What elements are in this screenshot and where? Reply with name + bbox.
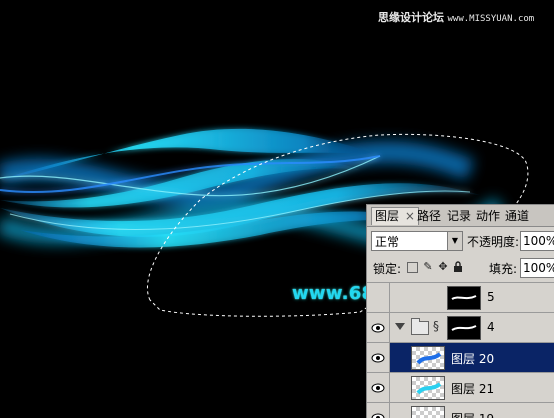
layer-thumbnail — [411, 406, 445, 418]
eye-icon — [371, 413, 385, 418]
opacity-input[interactable]: 100% — [520, 231, 554, 251]
visibility-toggle[interactable] — [367, 283, 390, 313]
folder-icon — [411, 318, 429, 335]
layer-name: 4 — [487, 320, 495, 334]
lock-row: 锁定: ✎ ✥ 填充: 100% — [367, 257, 554, 279]
watermark-en: www.MISSYUAN.com — [447, 14, 535, 24]
blend-mode-value: 正常 — [375, 235, 400, 249]
tab-history[interactable]: 记录 — [447, 208, 471, 225]
panel-tabs: 图层 × 路径 记录 动作 通道 — [367, 205, 554, 227]
lock-label: 锁定: — [373, 262, 402, 276]
layer-thumbnail — [411, 376, 445, 400]
layer-name: 图层 20 — [451, 352, 495, 366]
layer-thumbnail — [447, 316, 481, 340]
tab-actions[interactable]: 动作 — [476, 208, 500, 225]
eye-icon — [371, 353, 385, 363]
brush-icon[interactable]: ✎ — [422, 261, 434, 273]
close-icon[interactable]: × — [405, 209, 415, 223]
layer-row-19[interactable]: 图层 19 — [367, 402, 554, 418]
tab-channels[interactable]: 通道 — [505, 208, 529, 225]
lock-transparency-icon[interactable] — [407, 262, 418, 273]
layer-thumbnail — [447, 286, 481, 310]
lock-icon[interactable] — [452, 261, 464, 273]
visibility-toggle[interactable] — [367, 313, 390, 343]
expand-triangle-icon[interactable] — [395, 323, 405, 330]
link-icon: § — [433, 319, 439, 333]
chevron-down-icon[interactable]: ▼ — [447, 232, 462, 250]
blend-mode-select[interactable]: 正常 ▼ — [371, 231, 463, 251]
visibility-toggle[interactable] — [367, 373, 390, 403]
opacity-label: 不透明度: — [467, 235, 520, 249]
layer-group-4[interactable]: § 4 — [367, 312, 554, 343]
eye-icon — [371, 323, 385, 333]
eye-icon — [371, 383, 385, 393]
layer-name: 图层 21 — [451, 382, 495, 396]
visibility-toggle[interactable] — [367, 343, 390, 373]
fill-label: 填充: — [489, 262, 518, 276]
fill-input[interactable]: 100% — [520, 258, 554, 278]
watermark-site-top: 思缘设计论坛 www.MISSYUAN.com — [378, 9, 534, 25]
watermark-cn: 思缘设计论坛 — [378, 11, 444, 24]
move-icon[interactable]: ✥ — [437, 261, 449, 273]
layers-panel: 图层 × 路径 记录 动作 通道 正常 ▼ 不透明度: 100% 锁定: ✎ ✥… — [366, 204, 554, 418]
layer-thumbnail — [411, 346, 445, 370]
tab-layers[interactable]: 图层 × — [371, 207, 419, 225]
blend-row: 正常 ▼ 不透明度: 100% — [367, 231, 554, 253]
visibility-toggle[interactable] — [367, 403, 390, 418]
tab-paths[interactable]: 路径 — [417, 208, 441, 225]
tab-layers-label: 图层 — [375, 209, 400, 223]
layer-row-5[interactable]: 5 — [367, 282, 554, 313]
layer-name: 5 — [487, 290, 495, 304]
layer-row-21[interactable]: 图层 21 — [367, 372, 554, 403]
layer-row-20[interactable]: 图层 20 — [367, 342, 554, 373]
